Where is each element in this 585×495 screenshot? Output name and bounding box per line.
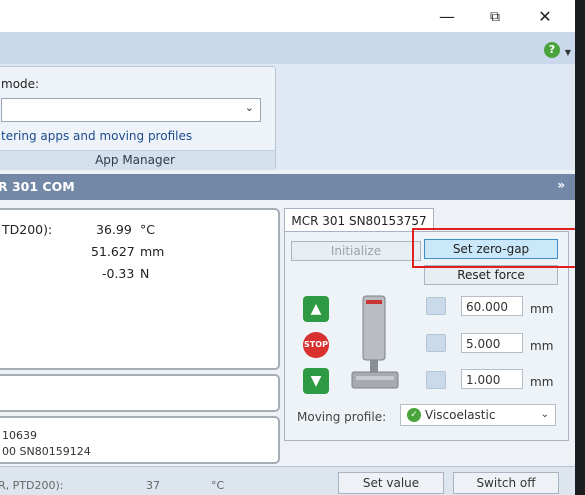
position-icon [426, 297, 446, 315]
app-manager-group: mode: ⌄ tering apps and moving profiles … [0, 66, 276, 170]
expand-icon[interactable]: » [557, 178, 565, 192]
help-dropdown-icon[interactable]: ▼ [565, 48, 571, 57]
status-unit: °C [211, 479, 225, 492]
stop-icon[interactable]: STOP [303, 332, 329, 358]
mode-label: mode: [1, 77, 40, 91]
restore-button[interactable]: ⧉ [480, 6, 510, 28]
apps-profiles-link[interactable]: tering apps and moving profiles [1, 129, 192, 143]
device-info-panel: 10639 00 SN80159124 [0, 416, 280, 464]
gap-value: 51.627 [91, 244, 135, 259]
moving-profile-label: Moving profile: [297, 410, 387, 424]
initialize-button[interactable]: Initialize [291, 241, 421, 261]
force-unit: N [140, 266, 150, 281]
mode-select[interactable]: ⌄ [1, 98, 261, 122]
gap-unit: mm [140, 244, 165, 259]
measurements-panel: TD200): 36.99 °C 51.627 mm -0.33 N [0, 208, 280, 370]
empty-panel [0, 374, 280, 412]
chevron-down-icon: ⌄ [540, 409, 549, 420]
set-value-button[interactable]: Set value [338, 472, 444, 494]
position-unit-3: mm [530, 375, 554, 389]
status-bar: R, PTD200): 37 °C Set value Switch off [0, 466, 575, 495]
device-id-line2: 00 SN80159124 [2, 445, 91, 458]
check-icon: ✓ [407, 408, 421, 422]
temperature-unit: °C [140, 222, 155, 237]
device-id-line1: 10639 [2, 429, 37, 442]
position-input-3[interactable]: 1.000 [461, 369, 523, 389]
temperature-value: 36.99 [96, 222, 132, 237]
ribbon-body: mode: ⌄ tering apps and moving profiles … [0, 64, 575, 170]
minimize-button[interactable]: — [432, 6, 462, 28]
position-unit-1: mm [530, 302, 554, 316]
move-down-icon[interactable]: ▼ [303, 368, 329, 394]
rheometer-illustration [351, 295, 399, 389]
position-icon [426, 334, 446, 352]
status-value: 37 [146, 479, 160, 492]
title-bar: — ⧉ ✕ [0, 0, 575, 32]
close-button[interactable]: ✕ [530, 6, 560, 28]
help-icon[interactable]: ? [544, 42, 560, 58]
status-label: R, PTD200): [0, 479, 64, 492]
switch-off-button[interactable]: Switch off [453, 472, 559, 494]
app-window: — ⧉ ✕ ? ▼ mode: ⌄ tering apps and moving… [0, 0, 575, 495]
moving-profile-value: Viscoelastic [425, 408, 496, 422]
section-header: R 301 COM » [0, 174, 575, 200]
position-input-2[interactable]: 5.000 [461, 333, 523, 353]
temperature-label: TD200): [2, 222, 53, 237]
position-icon [426, 371, 446, 389]
position-unit-2: mm [530, 339, 554, 353]
position-input-1[interactable]: 60.000 [461, 296, 523, 316]
app-manager-group-title: App Manager [0, 150, 275, 170]
reset-force-button[interactable]: Reset force [424, 265, 558, 285]
ribbon-header: ? ▼ [0, 32, 575, 65]
section-title: R 301 COM [0, 179, 75, 194]
chevron-down-icon: ⌄ [244, 101, 254, 114]
monitor-bezel [575, 0, 585, 495]
force-value: -0.33 [102, 266, 135, 281]
moving-profile-select[interactable]: ✓ Viscoelastic ⌄ [400, 404, 556, 426]
highlight-box [412, 228, 575, 268]
move-up-icon[interactable]: ▲ [303, 296, 329, 322]
